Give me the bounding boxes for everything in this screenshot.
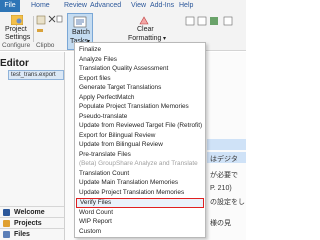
menu-item-analyze-files[interactable]: Analyze Files <box>79 55 117 64</box>
tab-add-ins[interactable]: Add-Ins <box>147 0 178 12</box>
ribbon-tools-icons[interactable] <box>184 16 244 26</box>
menu-item-wip-report[interactable]: WIP Report <box>79 217 112 226</box>
cut-icon[interactable] <box>48 15 56 23</box>
configure-group-label: Configure <box>2 42 31 49</box>
batch-tasks-label-1: Batch <box>72 29 90 36</box>
menu-item-pre-translate-files[interactable]: Pre-translate Files <box>79 150 131 159</box>
format-painter-icon[interactable] <box>36 28 44 36</box>
target-segment-text[interactable]: が必要で <box>210 170 238 180</box>
editor-file-tab[interactable]: test_trans.export <box>8 70 64 80</box>
editor-title: Editor <box>0 58 29 69</box>
copy-icon[interactable] <box>56 15 64 23</box>
paste-icon[interactable] <box>36 15 46 25</box>
menu-item-populate-project-tms[interactable]: Populate Project Translation Memories <box>79 102 189 111</box>
welcome-icon <box>3 209 10 216</box>
menu-item-apply-perfectmatch[interactable]: Apply PerfectMatch <box>79 93 134 102</box>
project-settings-icon <box>11 15 23 25</box>
tab-help[interactable]: Help <box>176 0 197 12</box>
menu-item-export-for-bilingual-review[interactable]: Export for Bilingual Review <box>79 131 155 140</box>
target-segment-text[interactable]: 様の見 <box>210 218 231 228</box>
target-segment-text[interactable]: P. 210) <box>210 185 232 192</box>
target-segment-text[interactable]: の設定をし <box>210 197 245 207</box>
menu-item-update-from-bilingual-review[interactable]: Update from Bilingual Review <box>79 140 163 149</box>
chevron-down-icon: ▾ <box>163 36 167 42</box>
menu-item-finalize[interactable]: Finalize <box>79 45 101 54</box>
nav-files[interactable]: Files <box>0 228 64 240</box>
menu-item-word-count[interactable]: Word Count <box>79 208 113 217</box>
menu-item-update-main-tms[interactable]: Update Main Translation Memories <box>79 178 178 187</box>
files-icon <box>3 231 10 238</box>
clear-formatting-button[interactable]: Clear Formatting ▾ <box>125 14 167 42</box>
clear-formatting-icon <box>139 16 149 25</box>
clear-formatting-label-1: Clear <box>137 26 154 33</box>
tab-view[interactable]: View <box>128 0 150 12</box>
tab-advanced[interactable]: Advanced <box>87 0 125 12</box>
target-segment-text[interactable]: はデジタ <box>210 154 238 164</box>
tab-review[interactable]: Review <box>61 0 90 12</box>
menu-item-translation-count[interactable]: Translation Count <box>79 169 129 178</box>
tab-file[interactable]: File <box>0 0 20 12</box>
batch-tasks-menu: Finalize Analyze Files Translation Quali… <box>74 42 206 238</box>
project-settings-label-2: Settings <box>5 34 31 41</box>
clipboard-group-label: Clipbo <box>36 42 55 49</box>
menu-item-update-project-tms[interactable]: Update Project Translation Memories <box>79 188 184 197</box>
project-settings-label-1: Project <box>5 26 27 33</box>
ribbon-separator <box>33 16 34 42</box>
menu-item-verify-files[interactable]: Verify Files <box>76 198 204 208</box>
menu-item-export-files[interactable]: Export files <box>79 74 111 83</box>
menu-item-translation-quality-assessment[interactable]: Translation Quality Assessment <box>79 64 168 73</box>
segment-highlight <box>207 139 246 150</box>
menu-item-custom[interactable]: Custom <box>79 227 101 236</box>
nav-files-label: Files <box>14 231 30 238</box>
batch-tasks-icon <box>73 16 87 28</box>
ribbon-tab-bar: File Home Review Advanced View Add-Ins H… <box>0 0 246 13</box>
menu-item-pseudo-translate[interactable]: Pseudo-translate <box>79 112 127 121</box>
project-settings-button[interactable]: Project Settings <box>2 14 32 42</box>
projects-icon <box>3 220 10 227</box>
menu-item-update-from-reviewed-target[interactable]: Update from Reviewed Target File (Retrof… <box>79 121 202 130</box>
menu-item-generate-target-translations[interactable]: Generate Target Translations <box>79 83 161 92</box>
clear-formatting-label-2: Formatting <box>128 35 162 42</box>
menu-item-groupshare-analyze-translate: (Beta) GroupShare Analyze and Translate <box>79 160 198 167</box>
